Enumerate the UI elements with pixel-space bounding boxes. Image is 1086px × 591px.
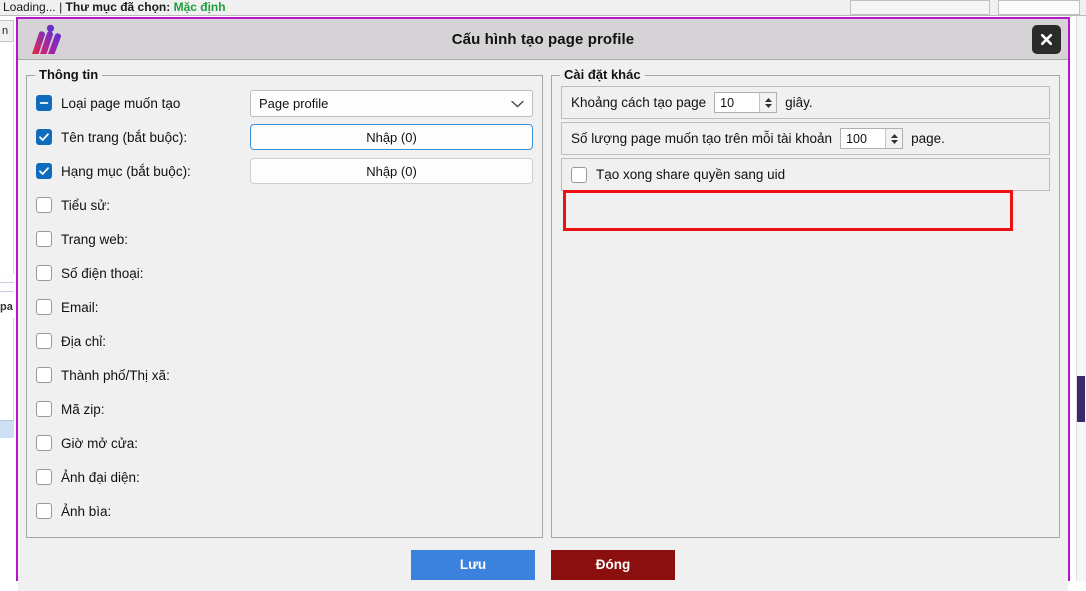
interval-label-after: giây.: [785, 95, 813, 110]
interval-setting-row: Khoảng cách tạo page 10 giây.: [561, 86, 1050, 119]
info-checkbox[interactable]: [36, 333, 52, 349]
background-left-panel: [0, 44, 14, 274]
info-row: Tiểu sử:: [36, 188, 533, 222]
info-checkbox[interactable]: [36, 197, 52, 213]
background-top-right-field-2: [998, 0, 1080, 15]
page-type-select[interactable]: Page profile: [250, 90, 533, 117]
share-uid-checkbox[interactable]: [571, 167, 587, 183]
info-row-label: Loại page muốn tạo: [61, 96, 180, 111]
info-checkbox[interactable]: [36, 163, 52, 179]
config-dialog: Cấu hình tạo page profile Thông tin Loại…: [16, 17, 1070, 581]
background-left-fragment: pa: [0, 296, 14, 318]
info-checkbox[interactable]: [36, 367, 52, 383]
dialog-body: Thông tin Loại page muốn tạo Page profile…: [18, 60, 1068, 538]
info-row-label: Mã zip:: [61, 402, 105, 417]
app-logo-icon: [28, 24, 62, 56]
info-row: Ảnh bìa:: [36, 494, 533, 528]
info-row-label: Trang web:: [61, 232, 128, 247]
dialog-footer: Lưu Đóng: [18, 538, 1068, 591]
input-entry-button[interactable]: Nhập (0): [250, 124, 533, 150]
info-row-label: Tên trang (bắt buộc):: [61, 130, 187, 145]
info-row: Địa chỉ:: [36, 324, 533, 358]
background-top-right-field-1: [850, 0, 990, 15]
close-icon[interactable]: [1032, 25, 1061, 54]
interval-stepper-arrows[interactable]: [759, 93, 776, 112]
info-row: Tên trang (bắt buộc): Nhập (0): [36, 120, 533, 154]
interval-label-before: Khoảng cách tạo page: [571, 95, 706, 110]
share-uid-setting-row[interactable]: Tạo xong share quyền sang uid: [561, 158, 1050, 191]
info-row-label: Giờ mở cửa:: [61, 436, 138, 451]
quantity-stepper[interactable]: 100: [840, 128, 903, 149]
other-settings-groupbox-title: Cài đặt khác: [560, 67, 645, 82]
share-uid-label: Tạo xong share quyền sang uid: [596, 167, 785, 182]
info-row-label: Số điện thoại:: [61, 266, 144, 281]
info-checkbox[interactable]: [36, 231, 52, 247]
info-row: Số điện thoại:: [36, 256, 533, 290]
info-row-label: Địa chỉ:: [61, 334, 106, 349]
quantity-value[interactable]: 100: [841, 129, 885, 148]
quantity-stepper-down-icon[interactable]: [890, 139, 899, 145]
background-folder-label: Thư mục đã chọn:: [66, 0, 171, 14]
info-row: Email:: [36, 290, 533, 324]
info-row: Trang web:: [36, 222, 533, 256]
info-checkbox[interactable]: [36, 469, 52, 485]
page-type-value: Page profile: [259, 96, 511, 111]
info-row-label: Thành phố/Thị xã:: [61, 368, 170, 383]
info-checkbox[interactable]: [36, 95, 52, 111]
info-row-label: Ảnh đại diện:: [61, 470, 140, 485]
background-folder-value: Mặc định: [174, 0, 226, 14]
info-row: Hạng mục (bắt buộc): Nhập (0): [36, 154, 533, 188]
quantity-stepper-arrows[interactable]: [885, 129, 902, 148]
background-left-selected-row: [0, 420, 14, 438]
info-row-label: Ảnh bìa:: [61, 504, 111, 519]
close-button[interactable]: Đóng: [551, 550, 675, 580]
info-row: Thành phố/Thị xã:: [36, 358, 533, 392]
interval-stepper[interactable]: 10: [714, 92, 777, 113]
info-rows: Loại page muốn tạo Page profile Tên trang …: [36, 86, 533, 528]
info-row-label: Email:: [61, 300, 99, 315]
info-checkbox[interactable]: [36, 129, 52, 145]
background-status-separator: |: [59, 0, 62, 14]
info-row: Giờ mở cửa:: [36, 426, 533, 460]
info-row: Loại page muốn tạo Page profile: [36, 86, 533, 120]
info-checkbox[interactable]: [36, 265, 52, 281]
background-left-tab: n: [0, 20, 14, 42]
info-row: Mã zip:: [36, 392, 533, 426]
info-checkbox[interactable]: [36, 503, 52, 519]
info-checkbox[interactable]: [36, 435, 52, 451]
info-checkbox[interactable]: [36, 401, 52, 417]
dialog-title: Cấu hình tạo page profile: [18, 31, 1068, 48]
interval-stepper-down-icon[interactable]: [764, 103, 773, 109]
interval-value[interactable]: 10: [715, 93, 759, 112]
input-entry-button[interactable]: Nhập (0): [250, 158, 533, 184]
quantity-label-before: Số lượng page muốn tạo trên mỗi tài khoả…: [571, 131, 832, 146]
info-groupbox: Thông tin Loại page muốn tạoPage profile…: [26, 75, 543, 538]
background-loading-text: Loading...: [3, 0, 56, 14]
chevron-down-icon[interactable]: [511, 96, 524, 111]
other-settings-groupbox: Cài đặt khác Khoảng cách tạo page 10 giâ…: [551, 75, 1060, 538]
info-row-label: Tiểu sử:: [61, 198, 110, 213]
info-groupbox-title: Thông tin: [35, 67, 102, 82]
save-button[interactable]: Lưu: [411, 550, 535, 580]
quantity-setting-row: Số lượng page muốn tạo trên mỗi tài khoả…: [561, 122, 1050, 155]
dialog-titlebar: Cấu hình tạo page profile: [18, 19, 1068, 60]
info-row: Ảnh đại diện:: [36, 460, 533, 494]
info-row-label: Hạng mục (bắt buộc):: [61, 164, 191, 179]
background-scrollbar-thumb[interactable]: [1077, 376, 1085, 422]
info-checkbox[interactable]: [36, 299, 52, 315]
quantity-label-after: page.: [911, 131, 945, 146]
background-right-scrollbar[interactable]: [1076, 16, 1086, 581]
